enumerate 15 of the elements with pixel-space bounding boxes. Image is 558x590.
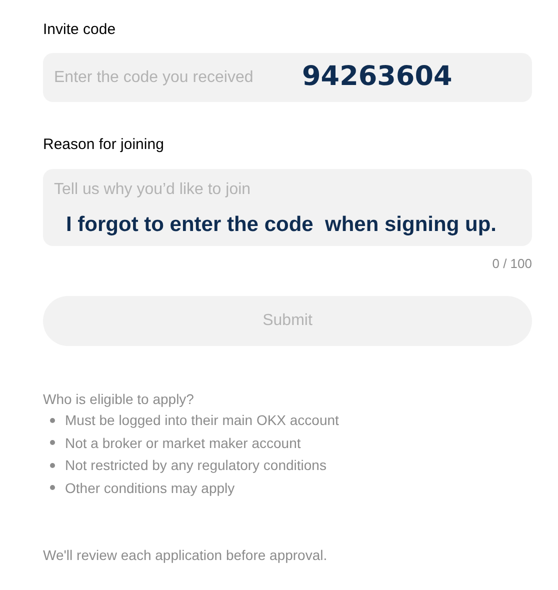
bullet-icon [50, 440, 55, 446]
eligibility-item: Other conditions may apply [65, 478, 235, 498]
bullet-icon [50, 418, 55, 423]
eligibility-item: Not restricted by any regulatory conditions [65, 456, 326, 476]
annotation-text: 94263604 [302, 61, 452, 93]
character-counter: 0 / 100 [492, 255, 532, 273]
eligibility-item: Must be logged into their main OKX account [65, 411, 339, 430]
review-note: We'll review each application before approval. [43, 546, 328, 565]
bullet-icon [50, 462, 55, 468]
field-label: Reason for joining [43, 135, 164, 155]
eligibility-title: Who is eligible to apply? [43, 390, 194, 409]
field-label: Invite code [43, 20, 116, 40]
bullet-icon [50, 485, 55, 490]
annotation-text: I forgot to enter the code when signing up. [66, 212, 496, 238]
eligibility-item: Not a broker or market maker account [65, 434, 301, 453]
